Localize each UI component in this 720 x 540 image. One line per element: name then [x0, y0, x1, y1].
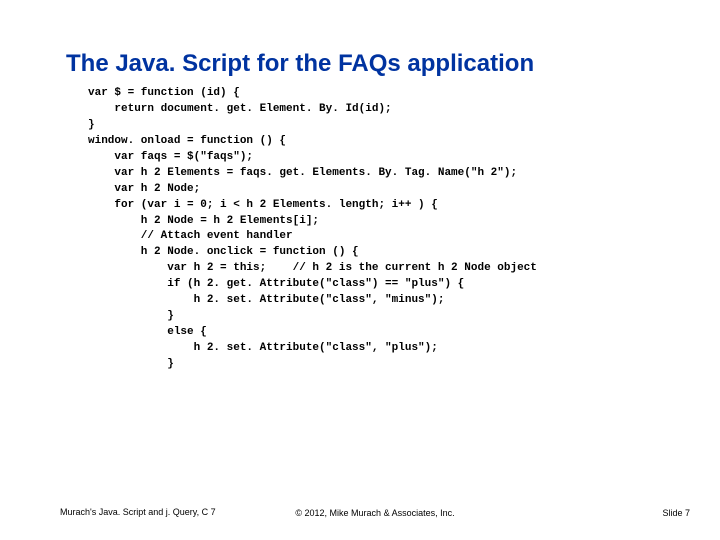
footer-right: Slide 7: [662, 508, 690, 518]
footer-center: © 2012, Mike Murach & Associates, Inc.: [295, 508, 454, 518]
slide-footer: Murach's Java. Script and j. Query, C 7 …: [60, 507, 690, 518]
slide-title: The Java. Script for the FAQs applicatio…: [66, 50, 660, 78]
footer-left: Murach's Java. Script and j. Query, C 7: [60, 507, 216, 518]
code-block: var $ = function (id) { return document.…: [88, 86, 660, 373]
slide: The Java. Script for the FAQs applicatio…: [0, 0, 720, 540]
